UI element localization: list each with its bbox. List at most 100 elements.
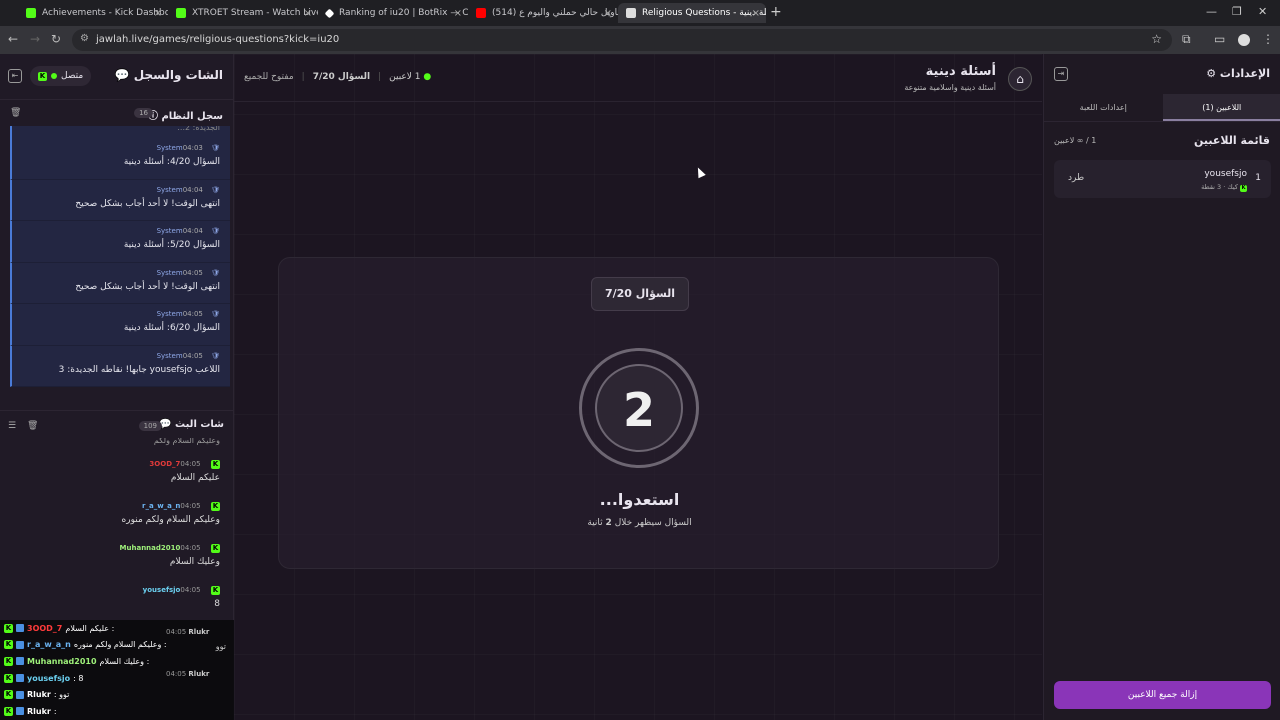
close-icon[interactable]: × [304,8,312,19]
system-log-message: 🛡 System04:04 انتهى الوقت! لا أحد أجاب بش… [10,179,230,221]
overlay-username: yousefsjo [27,673,71,683]
app: الشات والسجل 💬 K متصل ⇤ سجل النظام ⓘ 16 🗑… [0,54,1280,720]
badge-icon [16,690,24,699]
kick-icon: K [211,460,220,469]
stream-chat-title: شات البث 💬 [159,419,224,430]
chat-icon: 💬 [114,68,130,82]
browser-tab-3[interactable]: Ranking of iu20 | BotRix — Clou × [318,3,468,23]
players-list-count: 1 / ∞ لاعبين [1054,136,1097,145]
profile-avatar[interactable] [1238,34,1250,46]
player-name: yousefsjo [1204,169,1247,179]
trash-icon[interactable]: 🗑 [27,421,38,431]
tab-players[interactable]: اللاعبين (1) [1162,94,1280,121]
settings-panel: الإعدادات ⚙ ⇥ إعدادات اللعبة اللاعبين (1… [1043,54,1280,720]
system-message-meta: 🛡 System04:03 [156,144,220,152]
countdown-subtext: السؤال سيظهر خلال 2 ثانية [587,518,692,528]
stream-chat-header: شات البث 💬 109 ☰ 🗑 [0,410,234,440]
game-area: ⌂ أسئلة دينية أسئلة دينية واسلامية متنوع… [234,54,1042,720]
kick-icon: K [1240,185,1247,192]
browser-tab-2[interactable]: XTROET Stream - Watch Live o × [168,3,318,23]
system-log-message: 🛡 System04:03 السؤال 4/20: أسئلة دينية [10,138,230,180]
question-card: السؤال 7/20 2 استعدوا... السؤال سيظهر خل… [278,257,999,569]
bookmark-star-icon[interactable]: ☆ [1151,32,1162,46]
kick-favicon-icon [176,8,186,18]
overlay-message-text: : توو [53,690,70,700]
divider: | [301,72,305,82]
system-log-list: ...الجديدة: 2 🛡 System04:03 السؤال 4/20: … [10,126,230,392]
overlay-username: Rlukr [27,690,51,700]
overlay-username: 3OOD_7 [27,623,63,633]
game-status: مفتوح للجميع [244,72,294,82]
trash-icon[interactable]: 🗑 [10,108,21,118]
home-button[interactable]: ⌂ [1008,67,1032,91]
forward-icon[interactable]: → [30,32,40,46]
collapse-panel-icon[interactable]: ⇥ [1054,67,1068,81]
system-log-message: 🛡 System04:05 السؤال 6/20: أسئلة دينية [10,304,230,346]
chat-log-header: الشات والسجل 💬 K متصل ⇤ [0,54,233,100]
collapse-panel-icon[interactable]: ⇤ [8,69,22,83]
overlay-message-text: وعليك السلام : [99,656,150,666]
close-icon[interactable]: × [154,8,162,19]
new-tab-icon[interactable]: + [770,4,782,20]
shield-icon: 🛡 [211,310,220,318]
stream-chat-count: 109 [138,421,162,431]
chat-username[interactable]: yousefsjo [143,586,181,594]
reload-icon[interactable]: ↻ [51,32,61,46]
system-message-text: السؤال 5/20: أسئلة دينية [123,240,220,250]
mouse-cursor-icon [694,165,706,179]
chat-message-meta: K Muhannad201004:05 [119,544,220,553]
chat-message-text: 8 [214,599,220,609]
settings-tabs: إعدادات اللعبة اللاعبين (1) [1044,94,1280,122]
minimize-icon[interactable]: — [1206,5,1217,18]
browser-tab-1[interactable]: Achievements - Kick Dashboard× [18,3,168,23]
system-message-meta: 🛡 System04:05 [156,351,220,360]
chat-message-text: عليكم السلام [170,473,220,483]
system-log-partial-message: ...الجديدة: 2 [10,126,230,138]
chat-username[interactable]: 3OOD_7 [149,460,180,468]
home-icon: ⌂ [1016,72,1024,86]
browser-tab-4[interactable]: (514) باويل حالي حملني واليوم ع × [468,3,618,23]
system-log-message: 🛡 System04:05 اللاعب yousefsjo جابها! نقا… [10,345,230,387]
back-icon[interactable]: ← [8,32,18,46]
menu-icon[interactable]: ⋮ [1262,32,1274,46]
overlay-message-text: عليكم السلام : [65,623,115,633]
filter-icon[interactable]: ☰ [8,421,16,431]
system-message-text: اللاعب yousefsjo جابها! نقاطه الجديدة: 3 [58,364,220,375]
maximize-icon[interactable]: ❐ [1232,5,1242,18]
close-icon[interactable]: × [752,8,760,19]
system-message-text: السؤال 4/20: أسئلة دينية [123,157,220,167]
browser-tab-bar: Achievements - Kick Dashboard× XTROET St… [0,0,1280,26]
close-icon[interactable]: × [604,8,612,19]
chat-username[interactable]: r_a_w_a_n [142,502,180,510]
shield-icon: 🛡 [211,227,220,235]
divider: | [378,72,382,82]
tab-game-settings[interactable]: إعدادات اللعبة [1044,94,1163,121]
extensions-icon[interactable]: ⧉ [1182,32,1191,47]
question-progress: السؤال 7/20 [312,72,371,82]
url-field[interactable]: ⚙ jawlah.live/games/religious-questions?k… [72,29,1172,51]
chat-message: K Muhannad201004:05 وعليك السلام [0,536,234,578]
youtube-favicon-icon [476,8,486,18]
remove-all-players-button[interactable]: إزالة جميع اللاعبين [1054,681,1271,709]
system-message-text: انتهى الوقت! لا أحد أجاب بشكل صحيح [75,281,220,292]
kick-icon: K [4,656,13,666]
kick-icon: K [211,544,220,553]
shield-icon: 🛡 [211,351,220,360]
online-badge: K متصل [30,66,92,86]
window-close-icon[interactable]: ✕ [1258,5,1267,18]
kick-player-button[interactable]: طرد [1068,173,1084,183]
site-info-icon[interactable]: ⚙ [80,33,89,44]
online-dot-icon [51,73,57,79]
chat-username[interactable]: Muhannad2010 [120,544,181,552]
settings-header: الإعدادات ⚙ ⇥ [1044,54,1280,94]
cast-icon[interactable]: ▭ [1214,32,1225,46]
system-message-text: السؤال 6/20: أسئلة دينية [123,323,220,333]
kick-icon: K [4,673,13,683]
system-log-title: سجل النظام ⓘ [147,111,223,122]
system-log-count: 16 [134,108,153,118]
browser-tab-5[interactable]: Religious Questions - أسئلة دينية× [618,3,766,23]
close-icon[interactable]: × [454,8,462,19]
shield-icon: 🛡 [211,144,220,152]
kick-icon: K [4,706,13,716]
badge-icon [16,707,24,716]
